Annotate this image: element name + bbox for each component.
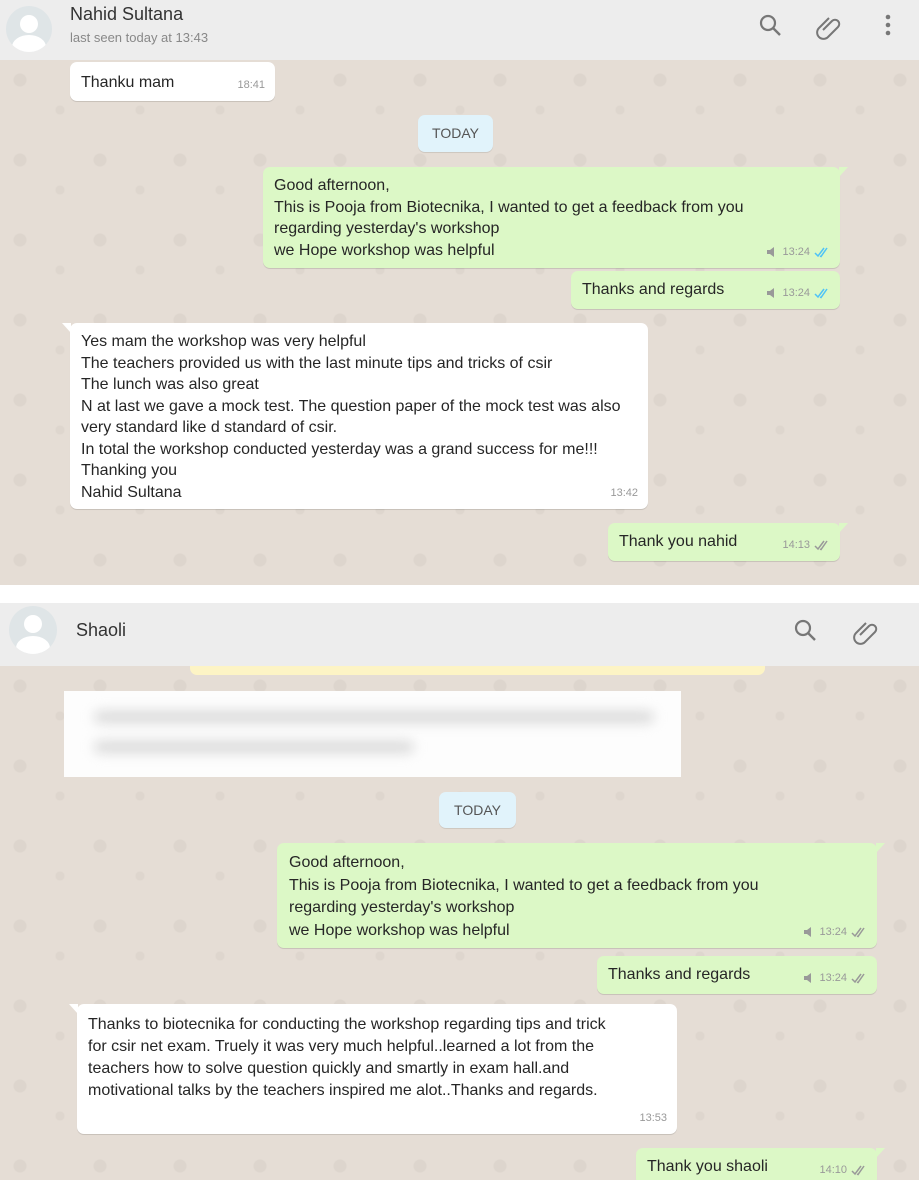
chat-background: TODAY Good afternoon, This is Pooja from…	[0, 666, 919, 1180]
time-label: 13:42	[610, 486, 638, 499]
message-meta: 13:24	[767, 242, 830, 264]
message-meta: 13:53	[639, 1108, 667, 1130]
broadcast-icon	[804, 973, 812, 984]
time-label: 13:53	[639, 1111, 667, 1124]
contact-name[interactable]: Nahid Sultana	[70, 4, 183, 25]
contact-avatar[interactable]	[9, 606, 57, 654]
broadcast-icon	[767, 288, 775, 299]
encryption-notice	[190, 666, 765, 675]
delivered-ticks-icon	[814, 540, 828, 551]
time-label: 13:24	[782, 286, 810, 299]
chat-header: Nahid Sultana last seen today at 13:43	[0, 0, 919, 60]
time-label: 14:10	[819, 1163, 847, 1176]
chat-header: Shaoli	[0, 603, 919, 666]
last-seen-status: last seen today at 13:43	[70, 30, 209, 45]
delivered-ticks-icon	[851, 1165, 865, 1176]
delivered-ticks-icon	[851, 973, 865, 984]
message-text: Good afternoon, This is Pooja from Biote…	[274, 177, 744, 259]
message-meta: 13:24	[767, 283, 830, 305]
message-outgoing[interactable]: Thanks and regards 13:24	[597, 956, 877, 994]
search-icon[interactable]	[792, 617, 820, 645]
broadcast-icon	[767, 247, 775, 258]
time-label: 13:24	[819, 925, 847, 938]
message-text: Good afternoon, This is Pooja from Biote…	[289, 854, 759, 939]
message-outgoing[interactable]: Thanks and regards 13:24	[571, 271, 840, 309]
message-meta: 13:42	[610, 483, 638, 505]
attach-icon[interactable]	[852, 617, 880, 645]
delivered-ticks-icon	[851, 927, 865, 938]
date-chip: TODAY	[439, 792, 516, 828]
message-text: Thanks and regards	[582, 281, 725, 298]
contact-avatar[interactable]	[6, 6, 52, 52]
read-ticks-icon	[814, 247, 828, 258]
chat-background: Thanku mam 18:41 TODAY Good afternoon, T…	[0, 60, 919, 585]
time-label: 13:24	[819, 971, 847, 984]
time-label: 18:41	[237, 78, 265, 91]
message-outgoing[interactable]: Good afternoon, This is Pooja from Biote…	[263, 167, 848, 268]
message-meta: 14:13	[782, 535, 830, 557]
time-label: 14:13	[782, 538, 810, 551]
date-chip: TODAY	[418, 115, 493, 152]
message-meta: 13:24	[804, 922, 867, 944]
message-outgoing[interactable]: Thank you shaoli 14:10	[636, 1148, 885, 1180]
broadcast-icon	[804, 927, 812, 938]
time-label: 13:24	[782, 245, 810, 258]
read-ticks-icon	[814, 288, 828, 299]
message-text: Thank you shaoli	[647, 1158, 768, 1175]
contact-name[interactable]: Shaoli	[76, 620, 126, 641]
message-incoming[interactable]: Thanku mam 18:41	[70, 62, 275, 101]
menu-icon[interactable]	[874, 12, 902, 40]
panel-divider	[0, 585, 919, 603]
message-time: 18:41	[237, 75, 265, 97]
message-outgoing[interactable]: Thank you nahid 14:13	[608, 523, 848, 561]
message-text: Thanku mam	[81, 74, 175, 91]
redacted-message	[64, 691, 681, 777]
message-meta: 14:10	[819, 1160, 867, 1180]
chat-panel-shaoli: Shaoli TODAY Good afternoon, This is Poo…	[0, 603, 919, 1180]
message-incoming[interactable]: Yes mam the workshop was very helpful Th…	[62, 323, 648, 509]
search-icon[interactable]	[757, 12, 785, 40]
message-text: Yes mam the workshop was very helpful Th…	[81, 333, 621, 501]
chat-panel-nahid: Nahid Sultana last seen today at 13:43 T…	[0, 0, 919, 585]
message-text: Thanks to biotecnika for conducting the …	[88, 1016, 606, 1099]
message-outgoing[interactable]: Good afternoon, This is Pooja from Biote…	[277, 843, 885, 948]
message-meta: 13:24	[804, 968, 867, 990]
attach-icon[interactable]	[815, 12, 843, 40]
message-text: Thanks and regards	[608, 966, 751, 983]
message-text: Thank you nahid	[619, 533, 738, 550]
message-incoming[interactable]: Thanks to biotecnika for conducting the …	[69, 1004, 677, 1134]
